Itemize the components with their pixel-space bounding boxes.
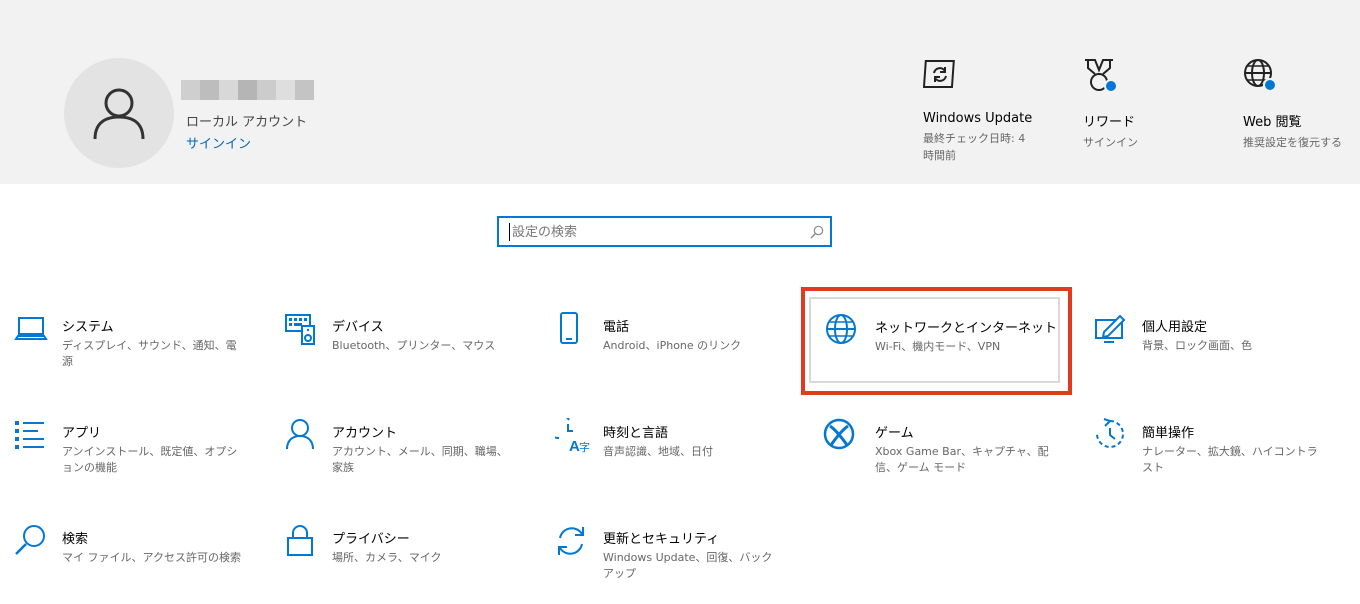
account-header: ローカル アカウント サインイン Windows Update 最終チェック日時… (0, 0, 1360, 184)
quick-web-browsing[interactable]: Web 閲覧 推奨設定を復元する (1243, 58, 1360, 151)
category-title: 簡単操作 (1142, 426, 1195, 441)
category-title: 電話 (603, 320, 630, 335)
category-gaming[interactable]: ゲーム Xbox Game Bar、キャプチャ、配信、ゲーム モード (823, 418, 1073, 498)
category-ease-of-access[interactable]: 簡単操作 ナレーター、拡大鏡、ハイコントラスト (1094, 418, 1344, 498)
xbox-icon (823, 418, 859, 454)
notification-badge (1263, 78, 1277, 92)
phone-icon (555, 312, 591, 348)
category-update-security[interactable]: 更新とセキュリティ Windows Update、回復、バックアップ (555, 524, 805, 604)
category-description: 背景、ロック画面、色 (1142, 339, 1252, 352)
category-system[interactable]: システム ディスプレイ、サウンド、通知、電源 (14, 312, 264, 392)
search-icon (14, 524, 50, 560)
notification-badge (1104, 79, 1118, 93)
rewards-trophy-icon (1083, 58, 1123, 98)
category-title: プライバシー (332, 532, 410, 547)
person-icon (284, 418, 320, 454)
category-search[interactable]: 検索 マイ ファイル、アクセス許可の検索 (14, 524, 264, 604)
quick-windows-update[interactable]: Windows Update 最終チェック日時: 4 時間前 (922, 58, 1053, 164)
category-description: マイ ファイル、アクセス許可の検索 (62, 551, 241, 564)
category-title: システム (62, 320, 114, 335)
highlight-annotation-frame (801, 287, 1072, 395)
category-devices[interactable]: デバイス Bluetooth、プリンター、マウス (284, 312, 534, 392)
category-phone[interactable]: 電話 Android、iPhone のリンク (555, 312, 805, 392)
apps-list-icon (14, 418, 50, 454)
category-privacy[interactable]: プライバシー 場所、カメラ、マイク (284, 524, 534, 604)
category-description: 音声認識、地域、日付 (603, 445, 713, 458)
svg-text:字: 字 (579, 440, 590, 454)
category-apps[interactable]: アプリ アンインストール、既定値、オプションの機能 (14, 418, 264, 498)
category-title: アカウント (332, 426, 398, 441)
category-description: Bluetooth、プリンター、マウス (332, 339, 496, 352)
user-icon (93, 88, 145, 140)
category-title: ゲーム (875, 426, 914, 441)
category-description: アカウント、メール、同期、職場、家族 (332, 445, 508, 474)
keyboard-speaker-icon (284, 312, 320, 348)
category-description: 場所、カメラ、マイク (332, 551, 442, 564)
quick-subtitle: 最終チェック日時: 4 時間前 (923, 132, 1026, 162)
time-language-icon: A 字 (545, 413, 591, 455)
category-time-language[interactable]: A 字 時刻と言語 音声認識、地域、日付 (545, 413, 805, 498)
settings-search-box[interactable] (497, 216, 832, 247)
signin-link[interactable]: サインイン (186, 133, 251, 152)
lock-icon (284, 524, 320, 560)
windows-update-icon (922, 58, 963, 98)
quick-title: Windows Update (923, 111, 1033, 126)
category-description: Xbox Game Bar、キャプチャ、配信、ゲーム モード (875, 445, 1049, 474)
laptop-icon (14, 312, 50, 348)
quick-rewards[interactable]: リワード サインイン (1083, 58, 1213, 151)
category-title: アプリ (62, 426, 102, 441)
redacted-username (181, 80, 314, 100)
category-description: アンインストール、既定値、オプションの機能 (62, 445, 238, 474)
category-description: ナレーター、拡大鏡、ハイコントラスト (1142, 445, 1318, 474)
personalization-icon (1094, 312, 1130, 348)
category-description: Android、iPhone のリンク (603, 339, 742, 352)
quick-title: リワード (1083, 115, 1136, 130)
quick-subtitle: 推奨設定を復元する (1243, 136, 1342, 149)
search-input[interactable] (509, 223, 799, 241)
category-personalization[interactable]: 個人用設定 背景、ロック画面、色 (1094, 312, 1344, 392)
category-title: 時刻と言語 (603, 426, 669, 441)
quick-subtitle: サインイン (1083, 136, 1138, 149)
category-title: 検索 (62, 532, 89, 547)
quick-title: Web 閲覧 (1243, 115, 1302, 130)
category-description: ディスプレイ、サウンド、通知、電源 (62, 339, 237, 368)
category-title: 更新とセキュリティ (603, 532, 720, 547)
category-accounts[interactable]: アカウント アカウント、メール、同期、職場、家族 (284, 418, 534, 498)
sync-arrows-icon (555, 524, 591, 560)
category-title: 個人用設定 (1142, 320, 1208, 335)
account-type: ローカル アカウント (186, 115, 308, 130)
avatar[interactable] (64, 58, 174, 168)
ease-of-access-icon (1094, 418, 1130, 454)
search-icon[interactable] (810, 224, 824, 243)
category-title: デバイス (332, 320, 384, 335)
web-browsing-globe-icon (1243, 58, 1283, 98)
category-description: Windows Update、回復、バックアップ (603, 551, 773, 580)
